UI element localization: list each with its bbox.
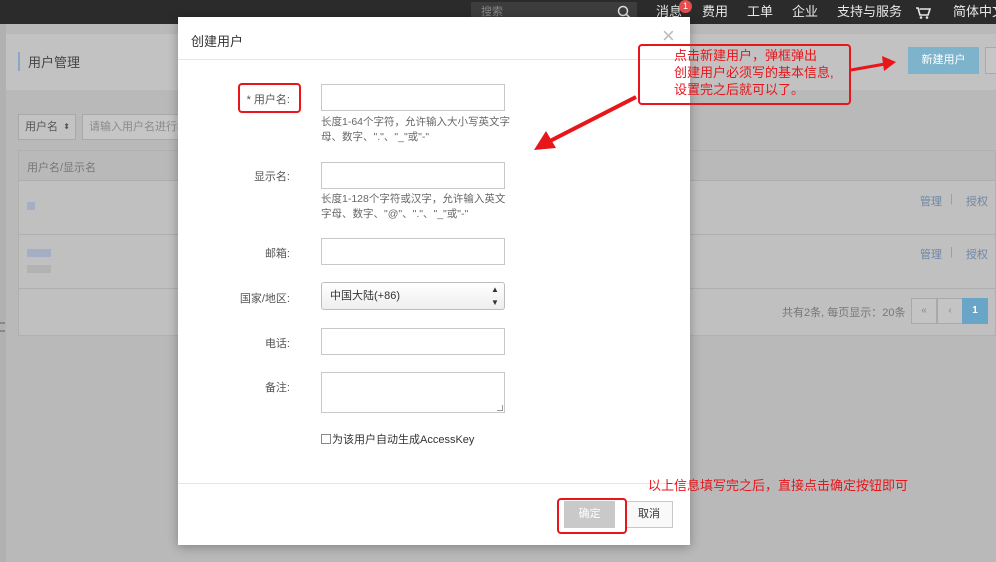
new-user-button[interactable]: 新建用户: [908, 47, 979, 74]
cart-icon[interactable]: [915, 0, 932, 24]
page-title: 用户管理: [18, 52, 80, 71]
instruction-note-line-1: 点击新建用户，弹框弹出: [674, 48, 818, 63]
row1-authorize-link[interactable]: 授权: [966, 193, 988, 209]
page-1-button[interactable]: 1: [962, 298, 988, 324]
phone-input[interactable]: [321, 328, 505, 355]
username-highlight-box: [238, 83, 301, 113]
phone-label: 电话:: [264, 338, 290, 350]
accesskey-label: 为该用户自动生成AccessKey: [332, 434, 475, 446]
row2-authorize-link[interactable]: 授权: [966, 246, 988, 262]
display-name-label: 显示名:: [253, 171, 290, 183]
note-textarea[interactable]: [321, 372, 505, 413]
filter-select[interactable]: 用户名 ⬍: [18, 114, 76, 140]
username-hint: 长度1-64个字符，允许输入大小写英文字母、数字、"."、"_"或"-": [321, 116, 511, 143]
left-sidebar-strip: [0, 24, 6, 562]
action-separator: |: [950, 193, 953, 205]
extra-button[interactable]: [985, 47, 996, 74]
row1-manage-link[interactable]: 管理: [920, 193, 942, 209]
email-input[interactable]: [321, 238, 505, 265]
select-arrows-icon: ▲ ▼: [491, 285, 499, 307]
accesskey-checkbox[interactable]: [321, 434, 331, 444]
display-name-hint: 长度1-128个字符或汉字，允许输入英文字母、数字、"@"、"."、"_"或"-…: [321, 193, 506, 220]
first-page-button[interactable]: «: [911, 298, 937, 324]
country-label: 国家/地区:: [239, 293, 290, 305]
ok-button-highlight-box: [557, 498, 627, 534]
username-search-input[interactable]: 请输入用户名进行模: [82, 114, 182, 140]
pagination-summary: 共有2条, 每页显示：20条: [782, 307, 906, 319]
dialog-title: 创建用户: [191, 34, 244, 49]
blurred-display-name: [27, 265, 51, 273]
resize-grip-icon[interactable]: [497, 405, 503, 411]
dialog-header: 创建用户 ×: [178, 17, 690, 60]
filter-select-label: 用户名: [25, 121, 58, 133]
nav-support[interactable]: 支持与服务: [837, 0, 902, 24]
select-arrows-icon: ⬍: [63, 122, 70, 131]
messages-badge: 1: [679, 0, 692, 13]
nav-language[interactable]: 简体中文: [953, 0, 996, 24]
username-input[interactable]: [321, 84, 505, 111]
nav-enterprise[interactable]: 企业: [792, 0, 818, 24]
accesskey-option[interactable]: 为该用户自动生成AccessKey: [321, 431, 474, 447]
blurred-username: [27, 202, 35, 210]
action-separator: |: [950, 246, 953, 258]
nav-tickets[interactable]: 工单: [747, 0, 773, 24]
cancel-button[interactable]: 取消: [625, 501, 673, 528]
instruction-note-line-2: 创建用户必须写的基本信息,: [674, 65, 834, 80]
blurred-username: [27, 249, 51, 257]
drag-handle-icon[interactable]: [0, 322, 5, 332]
display-name-input[interactable]: [321, 162, 505, 189]
column-header-username: 用户名/显示名: [27, 162, 97, 174]
footer-divider: [178, 483, 690, 484]
prev-page-button[interactable]: ‹: [937, 298, 963, 324]
note-label: 备注:: [264, 382, 290, 394]
country-select-value: 中国大陆(+86): [330, 290, 400, 302]
bottom-instruction-note: 以上信息填写完之后，直接点击确定按钮即可: [648, 478, 909, 493]
nav-billing[interactable]: 费用: [702, 0, 728, 24]
instruction-note-line-3: 设置完之后就可以了。: [674, 82, 805, 97]
email-label: 邮箱:: [264, 248, 290, 260]
country-select[interactable]: 中国大陆(+86) ▲ ▼: [321, 282, 505, 310]
row2-manage-link[interactable]: 管理: [920, 246, 942, 262]
